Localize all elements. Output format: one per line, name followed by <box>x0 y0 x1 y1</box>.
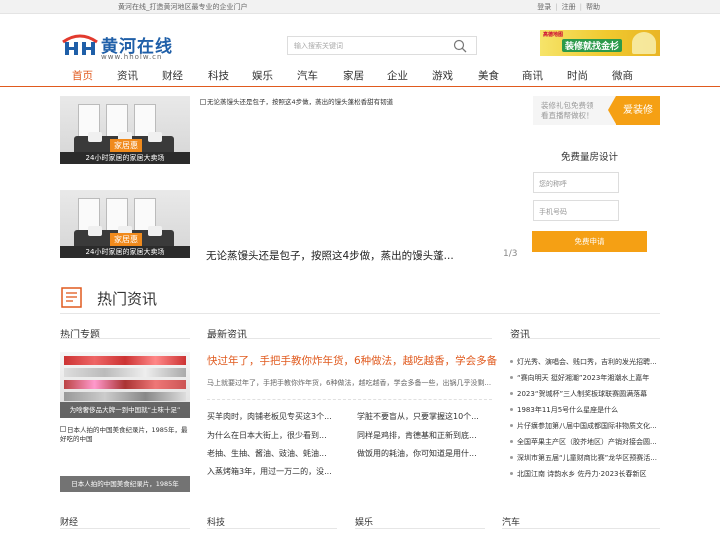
column-rule <box>510 338 660 339</box>
nav-item-business[interactable]: 商讯 <box>522 68 543 83</box>
news-link[interactable]: 做饭用的耗油，你可知道是用什... <box>357 448 477 459</box>
logo-url: www.hholw.cn <box>101 53 163 61</box>
main-nav: 首页 资讯 财经 科技 娱乐 汽车 家居 企业 游戏 美食 商讯 时尚 微商 <box>60 66 660 86</box>
nav-item-news[interactable]: 资讯 <box>117 68 138 83</box>
section-title: 热门资讯 <box>97 290 158 308</box>
promo-tag: 爱装修 <box>608 96 660 125</box>
topic-image-alt: 日本人拍的中国美食纪录片，1985年，最好吃的中国 <box>60 426 188 443</box>
nav-item-wechat-biz[interactable]: 微商 <box>612 68 633 83</box>
name-field[interactable]: 您的称呼 <box>533 172 619 193</box>
ad-brand: 高德地图 <box>543 32 564 38</box>
broken-image-icon <box>200 99 206 105</box>
nav-item-entertainment[interactable]: 娱乐 <box>252 68 273 83</box>
list-item[interactable]: 灯光秀、演唱会、贱口秀，吉利的发光招聘... <box>510 357 657 367</box>
column-rule <box>60 338 190 339</box>
section-heading-entertainment[interactable]: 娱乐 <box>355 515 373 528</box>
nav-item-fashion[interactable]: 时尚 <box>567 68 588 83</box>
list-item[interactable]: “赛向明天 挺好湘潮”2023年湘潮水上嘉年 <box>510 373 649 383</box>
lead-news-title[interactable]: 快过年了，手把手教你炸年货，6种做法，越吃越香，学会多备 <box>207 353 497 368</box>
nav-item-food[interactable]: 美食 <box>478 68 499 83</box>
topic-caption: 为啥奢侈品大牌一到中国就“土味十足” <box>60 402 190 418</box>
header-banner-ad[interactable]: 高德地图 装修就找金杉 <box>540 30 660 56</box>
section-rule <box>60 528 190 529</box>
section-heading-auto[interactable]: 汽车 <box>502 515 520 528</box>
news-link[interactable]: 老抽、生抽、酱油、豉油、蚝油... <box>207 448 327 459</box>
search-icon[interactable] <box>453 39 467 53</box>
section-heading-finance[interactable]: 财经 <box>60 515 78 528</box>
topic-card[interactable]: 日本人拍的中国美食纪录片，1985年，最好吃的中国 日本人拍的中国美食纪录片，1… <box>60 426 190 492</box>
slider-title[interactable]: 无论蒸馒头还是包子，按照这4步做，蒸出的馒头蓬... <box>206 248 454 263</box>
list-item[interactable]: 片仔癀参加第八届中国成都国际非物质文化... <box>510 421 657 431</box>
ad-slogan: 装修就找金杉 <box>562 39 623 52</box>
thumb-badge: 家居惠 <box>110 233 142 246</box>
nav-item-finance[interactable]: 财经 <box>162 68 183 83</box>
section-rule <box>355 528 485 529</box>
news-link[interactable]: 同样是鸡排，肯德基和正新到底... <box>357 430 477 441</box>
nav-item-home-living[interactable]: 家居 <box>343 68 364 83</box>
nav-divider <box>0 86 720 87</box>
slider-thumb[interactable]: 家居惠 24小时家居的家居大卖场 <box>60 190 190 258</box>
search-box <box>287 36 477 55</box>
nav-item-auto[interactable]: 汽车 <box>297 68 318 83</box>
promo-header-text: 装修礼包免费领 看直播帮做权！ <box>541 101 594 120</box>
slider-counter: 1/3 <box>503 249 518 259</box>
news-link[interactable]: 买羊肉时，肉铺老板见专买这3个... <box>207 411 332 422</box>
news-icon <box>61 287 82 308</box>
column-rule <box>207 338 492 339</box>
list-item[interactable]: 北国江南 诗韵水乡 佐丹力·2023长春新区 <box>510 469 647 479</box>
help-link[interactable]: 帮助 <box>586 2 600 12</box>
list-item[interactable]: 1983年11月5号什么星座是什么 <box>510 405 618 415</box>
nav-item-home[interactable]: 首页 <box>72 68 93 83</box>
welcome-text: 黄河在线_打造黄河地区最专业的企业门户 <box>118 3 248 11</box>
top-links: 登录 | 注册 | 帮助 <box>537 2 600 12</box>
promo-title: 免费量房设计 <box>560 152 618 163</box>
list-item[interactable]: 2023“贺城杯”三人制奖板球联赛圆满落幕 <box>510 389 647 399</box>
news-link[interactable]: 学脏不要盲从，只要掌握这10个... <box>357 411 479 422</box>
register-link[interactable]: 注册 <box>562 2 576 12</box>
broken-image-icon <box>60 426 66 432</box>
ad-decoration <box>632 32 656 54</box>
lead-news-summary: 马上就要过年了，手把手教你炸年货，6种做法，越吃越香，学会多备一些，出锅几乎没剩… <box>207 379 492 387</box>
news-link[interactable]: 为什么在日本大街上，很少看到... <box>207 430 327 441</box>
thumb-caption: 24小时家居的家居大卖场 <box>85 248 165 256</box>
thumb-caption: 24小时家居的家居大卖场 <box>85 154 165 162</box>
section-rule <box>207 528 337 529</box>
thumb-badge: 家居惠 <box>110 139 142 152</box>
site-logo[interactable]: 黄河在线 www.hholw.cn <box>61 30 172 64</box>
slider-main-image[interactable]: 无论蒸馒头还是包子，按照这4步做，蒸出的馒头蓬松香甜有韧道 <box>200 96 393 106</box>
topic-caption: 日本人拍的中国美食纪录片，1985年 <box>60 476 190 492</box>
search-input[interactable] <box>294 40 444 52</box>
phone-field[interactable]: 手机号码 <box>533 200 619 221</box>
promo-form: 免费量房设计 您的称呼 手机号码 免费申请 <box>519 125 660 267</box>
news-link[interactable]: 入蒸烤箱3年，用过一万二的，没... <box>207 466 332 477</box>
list-item[interactable]: 深圳市第五届“儿童财商比赛”龙华区预赛活... <box>510 453 657 463</box>
topic-card[interactable]: 为啥奢侈品大牌一到中国就“土味十足” <box>60 352 190 418</box>
apply-button[interactable]: 免费申请 <box>532 231 647 252</box>
section-rule <box>502 528 660 529</box>
section-heading-tech[interactable]: 科技 <box>207 515 225 528</box>
dashed-divider <box>207 399 492 400</box>
nav-item-games[interactable]: 游戏 <box>432 68 453 83</box>
slider-main-image-alt: 无论蒸馒头还是包子，按照这4步做，蒸出的馒头蓬松香甜有韧道 <box>207 98 394 106</box>
section-divider <box>60 313 660 314</box>
logo-mark-icon <box>62 34 98 55</box>
nav-item-enterprise[interactable]: 企业 <box>387 68 408 83</box>
top-bar: 黄河在线_打造黄河地区最专业的企业门户 登录 | 注册 | 帮助 <box>0 0 720 14</box>
slider-thumb[interactable]: 家居惠 24小时家居的家居大卖场 <box>60 96 190 164</box>
list-item[interactable]: 全国苹果主产区（胶芥地区）产销对接会圆... <box>510 437 657 447</box>
promo-header[interactable]: 装修礼包免费领 看直播帮做权！ 爱装修 <box>533 96 660 125</box>
login-link[interactable]: 登录 <box>537 2 551 12</box>
nav-item-tech[interactable]: 科技 <box>208 68 229 83</box>
